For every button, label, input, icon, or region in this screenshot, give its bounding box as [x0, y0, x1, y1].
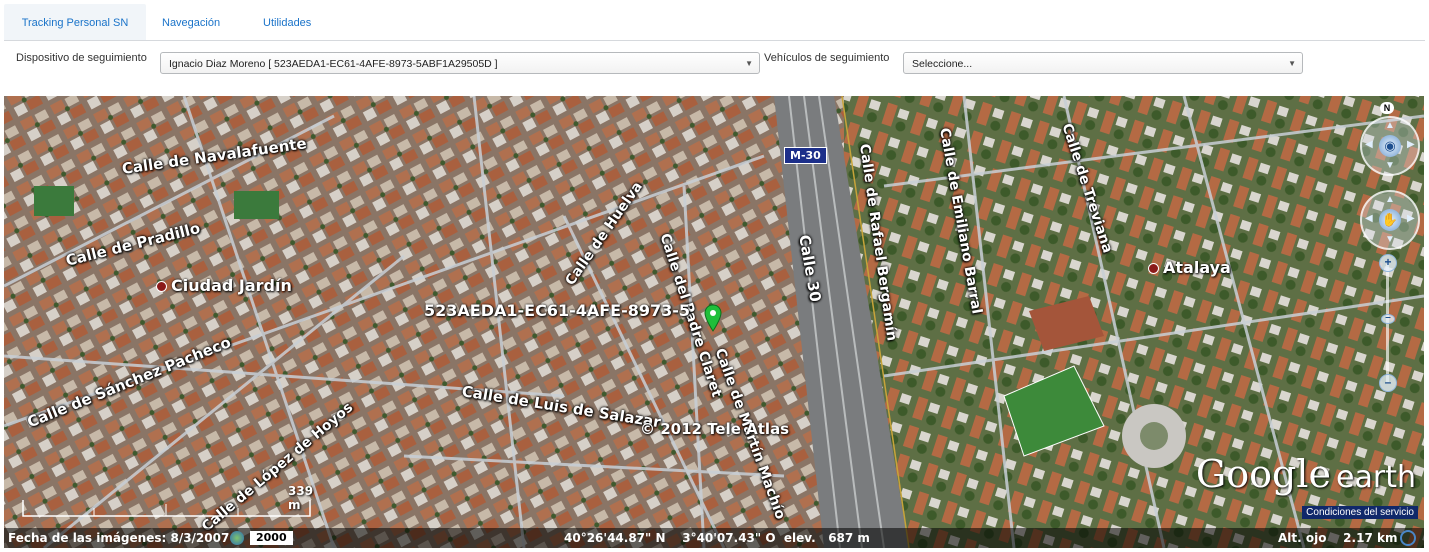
- eye-altitude: Alt. ojo 2.17 km: [1278, 531, 1398, 545]
- vehicle-label: Vehículos de seguimiento: [764, 52, 890, 64]
- device-marker-label: 523AEDA1-EC61-4AFE-8973-5: [424, 301, 691, 320]
- terms-of-service-link[interactable]: Condiciones del servicio: [1302, 506, 1418, 519]
- map-navigation-controls: N ▲ ▼ ◀ ▶ ◉ ▲ ▼ ◀ ▶ ✋ + – –: [1352, 102, 1422, 402]
- device-select[interactable]: Ignacio Diaz Moreno [ 523AEDA1-EC61-4AFE…: [160, 52, 760, 74]
- scale-ruler: [22, 500, 311, 517]
- hand-icon: ✋: [1379, 209, 1401, 231]
- device-label: Dispositivo de seguimiento: [16, 52, 147, 64]
- chevron-down-icon: ▼: [1288, 59, 1296, 68]
- tab-utilidades[interactable]: Utilidades: [263, 4, 311, 40]
- place-label: Ciudad Jardín: [171, 276, 292, 295]
- move-control[interactable]: ▲ ▼ ◀ ▶ ✋: [1360, 190, 1420, 250]
- look-control[interactable]: ▲ ▼ ◀ ▶ ◉: [1360, 116, 1420, 176]
- historical-imagery-icon[interactable]: [230, 531, 244, 545]
- place-ciudad-jardin[interactable]: Ciudad Jardín: [156, 276, 292, 295]
- vehicle-select[interactable]: Seleccione... ▼: [903, 52, 1303, 74]
- loading-indicator-icon: [1400, 530, 1416, 546]
- imagery-date: Fecha de las imágenes: 8/3/2007: [8, 531, 230, 545]
- location-pin-icon[interactable]: [704, 304, 722, 332]
- cursor-coordinates: 40°26'44.87" N 3°40'07.43" O elev. 687 m: [564, 531, 870, 545]
- google-earth-logo: Google earth: [1195, 452, 1416, 496]
- map-status-bar: Fecha de las imágenes: 8/3/2007 2000 40°…: [4, 528, 1424, 548]
- imagery-year[interactable]: 2000: [250, 531, 293, 545]
- device-toolbar: Dispositivo de seguimiento Ignacio Diaz …: [0, 44, 1429, 84]
- zoom-in-button[interactable]: +: [1379, 254, 1397, 272]
- tab-tracking[interactable]: Tracking Personal SN: [4, 4, 146, 40]
- highway-shield: M-30: [784, 147, 827, 164]
- place-atalaya[interactable]: Atalaya: [1148, 258, 1231, 277]
- place-label: Atalaya: [1163, 258, 1231, 277]
- zoom-out-button[interactable]: –: [1379, 374, 1397, 392]
- tab-bar: Tracking Personal SN Navegación Utilidad…: [4, 4, 1425, 41]
- scale-bar: 339 m: [22, 484, 313, 518]
- place-pin-icon: [156, 281, 167, 292]
- device-select-value: Ignacio Diaz Moreno [ 523AEDA1-EC61-4AFE…: [169, 58, 498, 70]
- place-pin-icon: [1148, 263, 1159, 274]
- copyright-notice: © 2012 Tele Atlas: [640, 420, 790, 438]
- satellite-map[interactable]: Calle de Navalafuente Calle de Pradillo …: [4, 96, 1424, 548]
- tab-navegacion[interactable]: Navegación: [162, 4, 220, 40]
- chevron-down-icon: ▼: [745, 59, 753, 68]
- vehicle-select-value: Seleccione...: [912, 58, 973, 70]
- eye-icon: ◉: [1379, 135, 1401, 157]
- north-indicator[interactable]: N: [1380, 102, 1394, 114]
- zoom-slider-handle[interactable]: –: [1381, 313, 1395, 324]
